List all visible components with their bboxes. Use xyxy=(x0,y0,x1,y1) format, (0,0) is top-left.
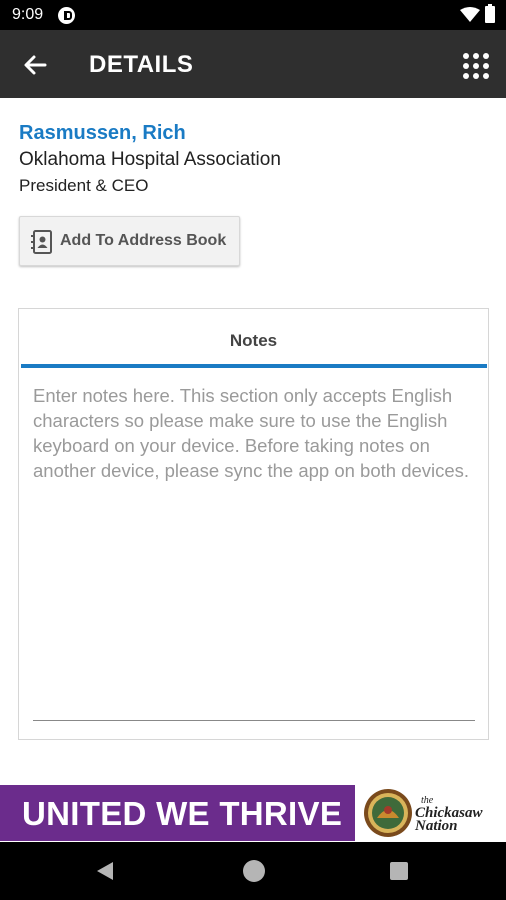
status-time: 9:09 xyxy=(12,6,44,23)
app-bar: DETAILS xyxy=(0,30,506,98)
nav-recents-square-icon[interactable] xyxy=(390,862,408,880)
wifi-icon xyxy=(460,7,480,28)
ad-headline-panel: UNITED WE THRIVE xyxy=(0,785,355,841)
details-content: Rasmussen, Rich Oklahoma Hospital Associ… xyxy=(0,98,506,784)
ad-brand-panel: the Chickasaw Nation xyxy=(355,785,506,841)
ad-headline: UNITED WE THRIVE xyxy=(22,795,343,832)
notes-input-underline xyxy=(33,720,475,721)
grid-dots-icon xyxy=(463,53,489,79)
status-bar: 9:09 xyxy=(0,0,506,30)
battery-icon xyxy=(485,4,495,23)
ad-banner[interactable]: UNITED WE THRIVE the Chickasaw Nation xyxy=(0,784,506,842)
page-title: DETAILS xyxy=(89,51,194,78)
add-to-address-book-button[interactable]: Add To Address Book xyxy=(19,216,240,266)
ad-brand-line3: Nation xyxy=(415,818,458,834)
notes-tab-label: Notes xyxy=(229,331,278,350)
contact-job-title: President & CEO xyxy=(19,176,149,195)
tab-notes[interactable]: Notes xyxy=(19,309,488,367)
arrow-left-icon xyxy=(24,55,47,75)
ad-brand-name: the Chickasaw Nation xyxy=(415,794,495,834)
nav-home-circle-icon[interactable] xyxy=(243,860,265,882)
notification-app-icon xyxy=(58,7,75,24)
add-to-address-book-label: Add To Address Book xyxy=(60,232,227,249)
back-button[interactable] xyxy=(18,48,52,82)
notes-panel: Notes xyxy=(18,308,489,740)
system-nav-bar xyxy=(0,842,506,900)
chickasaw-seal-icon xyxy=(363,788,413,843)
tab-indicator xyxy=(21,364,487,368)
nav-back-triangle-icon[interactable] xyxy=(96,861,114,886)
contact-card-icon xyxy=(31,230,53,259)
contact-name: Rasmussen, Rich xyxy=(19,122,186,144)
notes-input[interactable] xyxy=(33,383,477,718)
contact-organization: Oklahoma Hospital Association xyxy=(19,149,281,170)
grid-menu-button[interactable] xyxy=(458,48,494,84)
